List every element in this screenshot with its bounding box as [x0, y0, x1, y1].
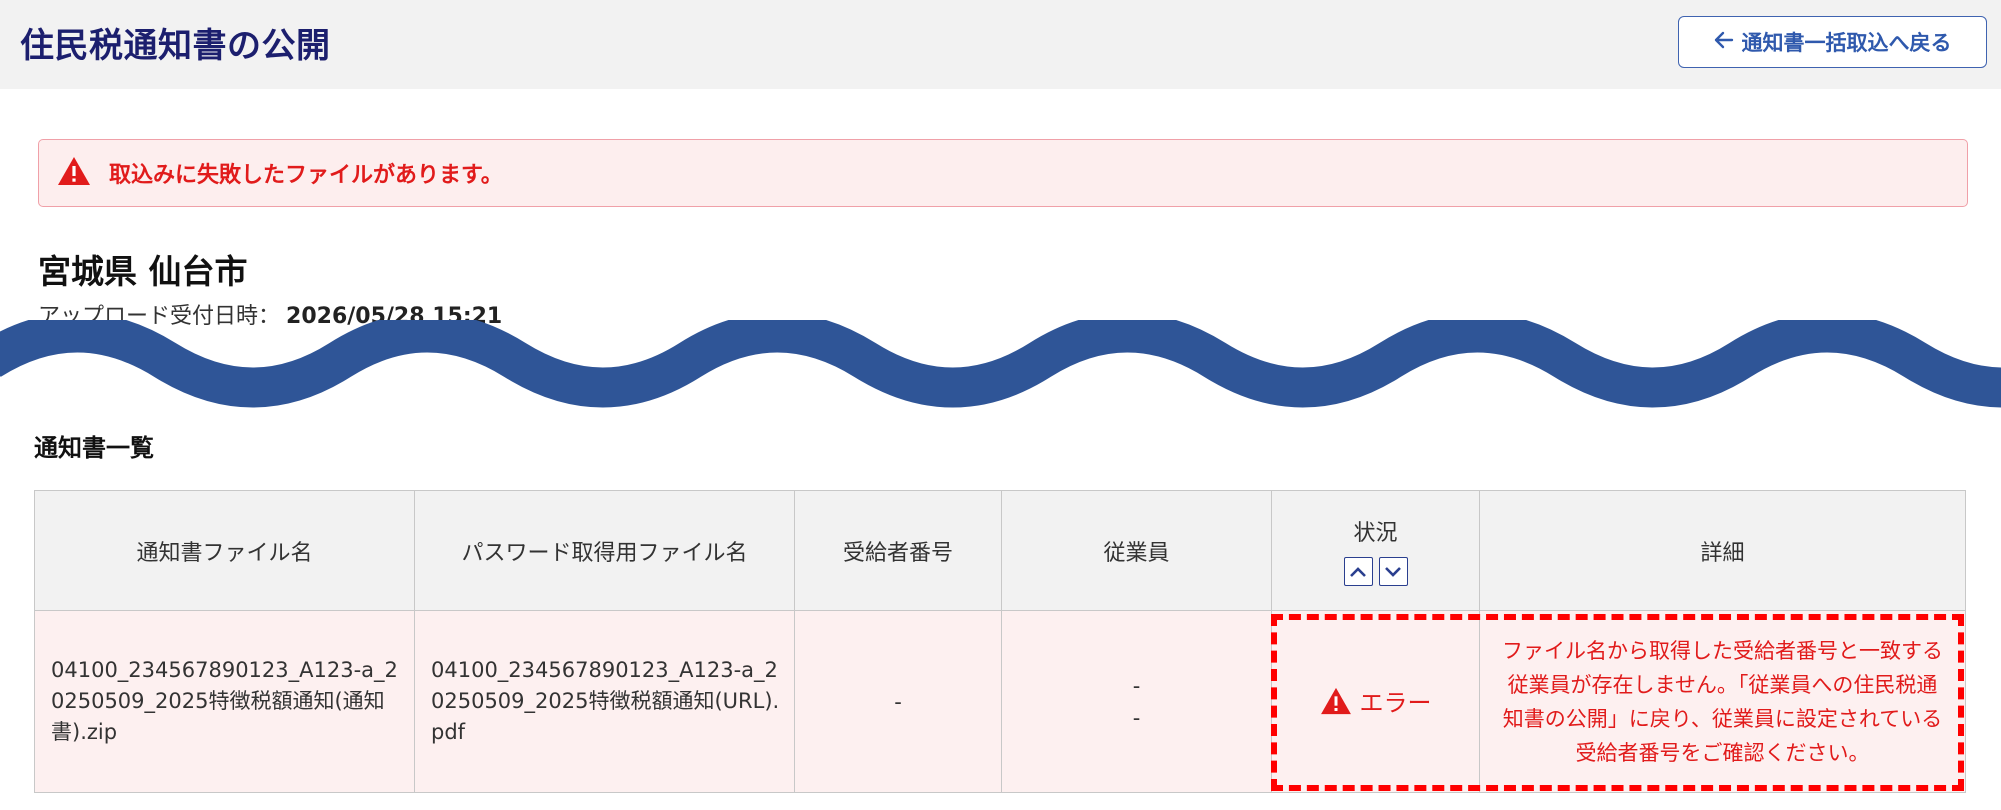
header-recipient-no: 受給者番号 [794, 490, 1002, 611]
sort-descending-button[interactable] [1378, 557, 1408, 586]
table-row: 04100_234567890123_A123-a_20250509_2025特… [34, 610, 1966, 793]
status-sort-controls [1272, 557, 1479, 586]
alert-message: 取込みに失敗したファイルがあります。 [109, 163, 503, 188]
notice-table: 通知書ファイル名 パスワード取得用ファイル名 受給者番号 従業員 状況 詳細 0… [34, 490, 1966, 793]
cell-recipient-no: - [794, 610, 1002, 793]
cell-employee-line2: - [1132, 705, 1141, 730]
warning-triangle-icon [1320, 687, 1351, 714]
header-employee: 従業員 [1001, 490, 1272, 611]
cell-detail: ファイル名から取得した受給者番号と一致する従業員が存在しません。「従業員への住民… [1479, 610, 1966, 793]
cell-status: エラー [1271, 610, 1480, 793]
header-file-name: 通知書ファイル名 [34, 490, 415, 611]
cell-employee: - - [1001, 610, 1272, 793]
cell-file-name: 04100_234567890123_A123-a_20250509_2025特… [34, 610, 415, 793]
status-error: エラー [1320, 683, 1432, 718]
back-to-bulk-import-button[interactable]: 通知書一括取込へ戻る [1678, 16, 1987, 68]
error-alert: 取込みに失敗したファイルがあります。 [38, 139, 1968, 207]
header-status: 状況 [1271, 490, 1480, 611]
header-status-label: 状況 [1353, 521, 1398, 546]
arrow-left-icon [1714, 30, 1734, 54]
page-title: 住民税通知書の公開 [20, 26, 331, 66]
section-title: 通知書一覧 [34, 434, 154, 462]
city-title: 宮城県 仙台市 [38, 252, 248, 291]
cell-employee-line1: - [1132, 673, 1141, 698]
header-detail: 詳細 [1479, 490, 1966, 611]
header-password-file: パスワード取得用ファイル名 [414, 490, 795, 611]
table-header-row: 通知書ファイル名 パスワード取得用ファイル名 受給者番号 従業員 状況 詳細 [34, 490, 1966, 611]
warning-triangle-icon [57, 156, 91, 190]
status-label: エラー [1359, 689, 1432, 718]
chevron-down-icon [1385, 566, 1401, 577]
page-header: 住民税通知書の公開 通知書一括取込へ戻る [0, 0, 2001, 89]
sort-ascending-button[interactable] [1343, 557, 1373, 586]
wave-divider [0, 320, 2001, 408]
cell-password-file: 04100_234567890123_A123-a_20250509_2025特… [414, 610, 795, 793]
back-button-label: 通知書一括取込へ戻る [1741, 32, 1952, 55]
chevron-up-icon [1350, 566, 1366, 577]
